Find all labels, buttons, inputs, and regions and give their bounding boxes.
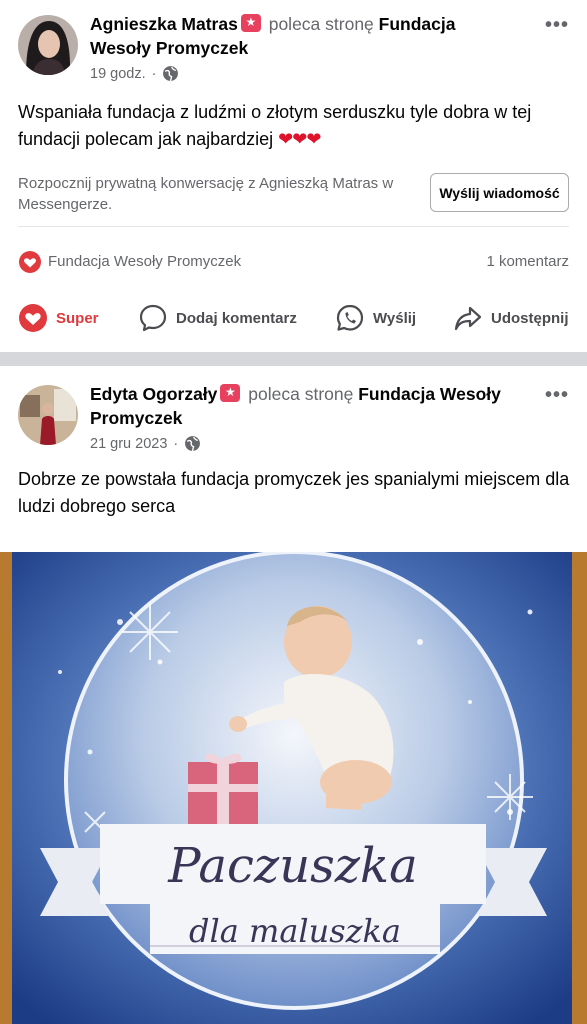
post-text: Dobrze ze powstała fundacja promyczek je… <box>18 469 570 516</box>
messenger-prompt: Rozpocznij prywatną konwersację z Agnies… <box>18 175 394 213</box>
post-text: Wspaniała fundacja z ludźmi o złotym ser… <box>18 102 532 149</box>
post-time[interactable]: 19 godz. <box>90 66 146 82</box>
author-name[interactable]: Agnieszka Matras <box>90 14 238 34</box>
send-button[interactable]: Wyślij <box>335 300 416 336</box>
reactions-by[interactable]: Fundacja Wesoły Promyczek <box>48 253 241 270</box>
share-icon <box>454 306 482 331</box>
post-time[interactable]: 21 gru 2023 <box>90 436 167 452</box>
post-card: Edyta Ogorzały poleca stronę Fundacja We… <box>0 366 587 1024</box>
heart-reaction-icon[interactable] <box>18 250 42 274</box>
heart-emoji: ❤❤❤ <box>278 129 321 149</box>
post-meta: 21 gru 2023 · <box>90 435 201 452</box>
post-image[interactable]: Paczuszka dla maluszka <box>0 552 587 1024</box>
recommends-text: poleca stronę <box>268 14 374 34</box>
feed-divider <box>0 352 587 366</box>
globe-icon <box>185 436 201 452</box>
avatar[interactable] <box>18 385 78 445</box>
share-button[interactable]: Udostępnij <box>453 300 569 336</box>
recommend-badge-icon <box>240 13 261 32</box>
post-header: Agnieszka Matras poleca stronę Fundacja … <box>90 12 510 60</box>
send-message-button[interactable]: Wyślij wiadomość <box>430 173 569 212</box>
post-meta: 19 godz. · <box>90 65 179 82</box>
action-bar: Super Dodaj komentarz Wyślij Udostępnij <box>0 300 587 336</box>
comment-button[interactable]: Dodaj komentarz <box>138 300 297 336</box>
image-title-line1: Paczuszka <box>167 838 417 894</box>
comment-icon <box>139 304 167 332</box>
heart-icon <box>19 304 47 332</box>
recommends-text: poleca stronę <box>248 384 354 404</box>
avatar[interactable] <box>18 15 78 75</box>
more-options-icon[interactable]: ••• <box>545 14 569 37</box>
whatsapp-send-icon <box>336 304 364 331</box>
recommend-badge-icon <box>220 383 241 402</box>
image-title-line2: dla maluszka <box>189 912 401 950</box>
super-reaction-button[interactable]: Super <box>18 300 99 336</box>
more-options-icon[interactable]: ••• <box>545 384 569 407</box>
reactions-row: Fundacja Wesoły Promyczek 1 komentarz <box>18 250 569 274</box>
post-header: Edyta Ogorzały poleca stronę Fundacja We… <box>90 382 510 430</box>
divider <box>18 226 569 227</box>
post-card: Agnieszka Matras poleca stronę Fundacja … <box>0 0 587 352</box>
comments-count[interactable]: 1 komentarz <box>486 253 569 270</box>
globe-icon <box>163 66 179 82</box>
author-name[interactable]: Edyta Ogorzały <box>90 384 217 404</box>
